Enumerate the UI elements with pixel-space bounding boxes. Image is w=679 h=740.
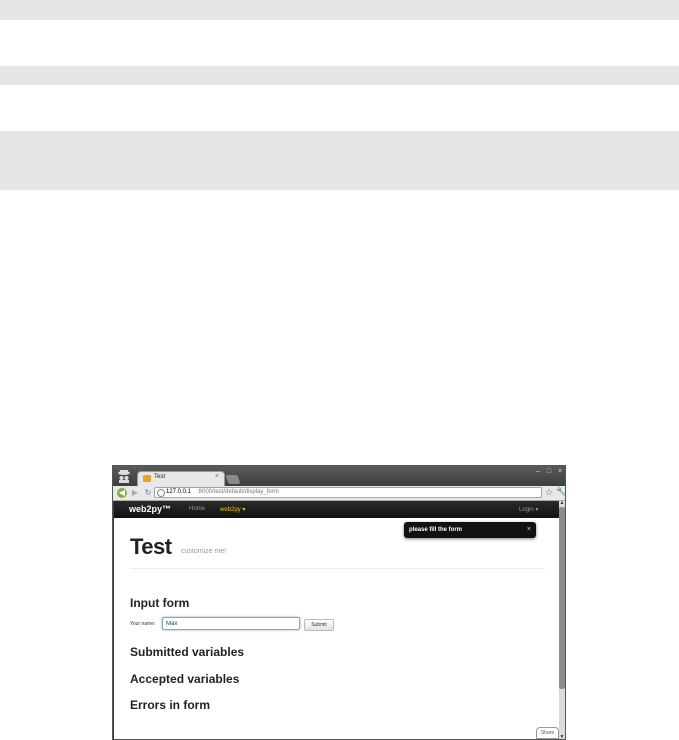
nav-login-menu[interactable]: Login ▾: [519, 506, 538, 513]
wrench-menu-icon[interactable]: 🔧: [556, 487, 565, 496]
scroll-up-arrow-icon[interactable]: ▲: [559, 501, 565, 506]
submitted-variables-heading: Submitted variables: [130, 645, 245, 659]
title-bar: Test × – □ ×: [113, 466, 565, 486]
tab-close-icon[interactable]: ×: [215, 473, 219, 480]
page-subtitle: customize me!: [181, 548, 227, 555]
browser-toolbar: ◀ ▶ ↻ 127.0.0.1 :8000/test/default/displ…: [113, 486, 565, 501]
name-label: Your name:: [130, 621, 156, 627]
url-path: :8000/test/default/display_form: [197, 489, 279, 495]
top-band: [0, 0, 679, 20]
incognito-icon: [118, 470, 130, 483]
flash-message: please fill the form ×: [404, 522, 536, 538]
forward-button[interactable]: ▶: [130, 488, 140, 498]
accepted-variables-heading: Accepted variables: [130, 672, 240, 686]
maximize-button[interactable]: □: [544, 468, 554, 476]
new-tab-button[interactable]: [225, 475, 241, 484]
input-form-heading: Input form: [130, 596, 190, 610]
errors-in-form-heading: Errors in form: [130, 698, 211, 712]
page-info-icon[interactable]: [157, 489, 165, 497]
address-bar[interactable]: 127.0.0.1 :8000/test/default/display_for…: [154, 487, 542, 498]
flash-text: please fill the form: [409, 527, 463, 533]
nav-web2py-menu[interactable]: web2py ▾: [220, 506, 245, 513]
tab-favicon-icon: [143, 475, 151, 482]
submit-button[interactable]: Submit: [304, 619, 334, 631]
browser-tab[interactable]: Test ×: [137, 471, 225, 486]
lower-band: [0, 131, 679, 190]
minimize-button[interactable]: –: [533, 468, 543, 476]
nav-home-link[interactable]: Home: [189, 506, 205, 512]
bookmark-star-icon[interactable]: ☆: [545, 487, 553, 498]
title-divider: [130, 568, 545, 569]
vertical-scrollbar[interactable]: ▲ ▼: [559, 501, 565, 740]
flash-close-icon[interactable]: ×: [527, 526, 531, 533]
middle-band: [0, 66, 679, 85]
browser-window: Test × – □ × ◀ ▶ ↻ 127.0.0.1 :8000/test/…: [112, 465, 566, 740]
scrollbar-thumb[interactable]: [559, 507, 565, 689]
scroll-down-arrow-icon[interactable]: ▼: [559, 735, 565, 740]
site-navbar: web2py™ Home web2py ▾ Login ▾: [114, 501, 559, 518]
page-title: Test: [130, 534, 172, 559]
name-input[interactable]: [162, 617, 300, 630]
page-viewport: web2py™ Home web2py ▾ Login ▾ please fil…: [114, 501, 559, 739]
back-button[interactable]: ◀: [117, 488, 127, 498]
share-button[interactable]: Share: [536, 727, 559, 739]
url-host: 127.0.0.1: [166, 489, 192, 495]
reload-button[interactable]: ↻: [143, 488, 153, 498]
close-window-button[interactable]: ×: [555, 468, 565, 476]
tab-title: Test: [154, 474, 166, 480]
brand-logo[interactable]: web2py™: [129, 504, 171, 514]
